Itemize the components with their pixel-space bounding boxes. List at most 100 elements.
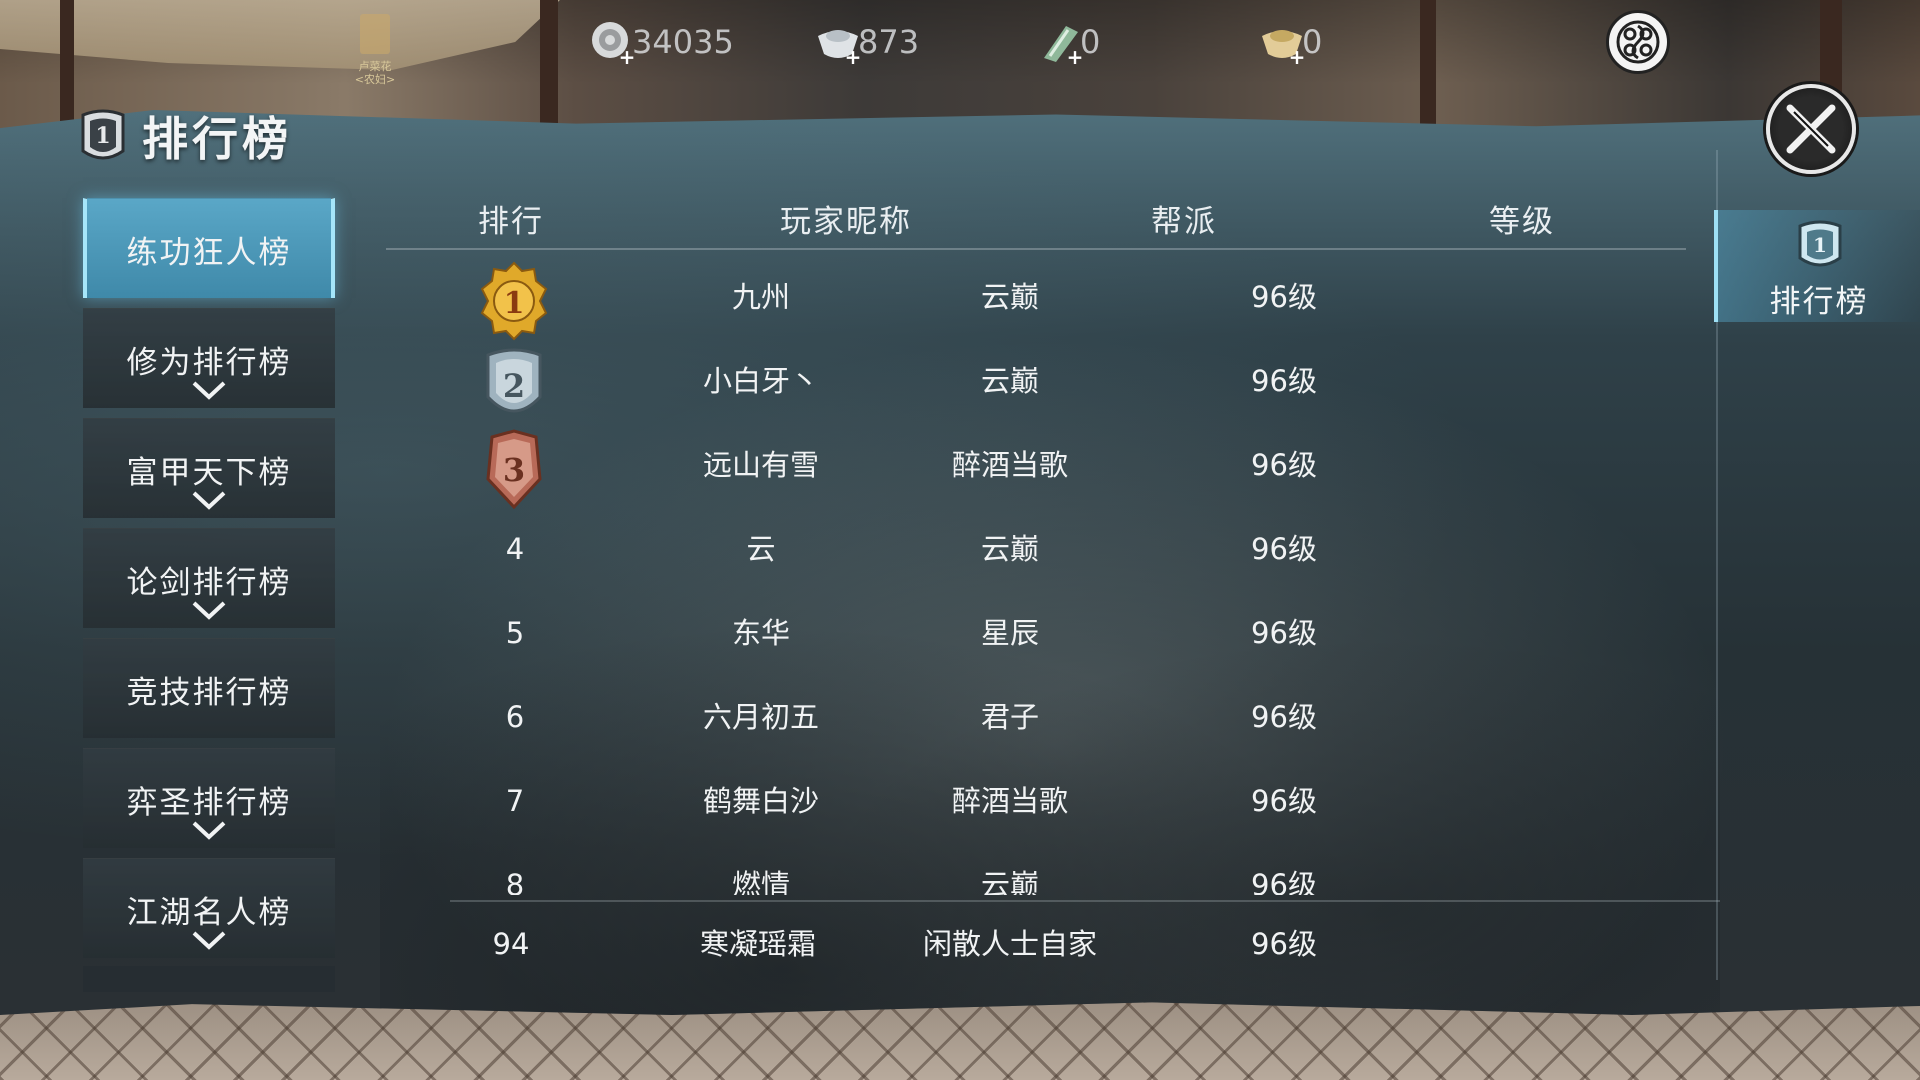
currency-value: 34035 (632, 23, 734, 61)
svg-text:1: 1 (95, 123, 110, 149)
rank-number: 5 (505, 616, 525, 650)
chevron-down-icon (192, 381, 226, 400)
guild-name: 云巅 (980, 280, 1039, 314)
tab-label: 练功狂人榜 (126, 235, 292, 271)
my-rank-number: 94 (492, 927, 530, 961)
player-name: 六月初五 (702, 700, 819, 734)
guild-name: 云巅 (980, 868, 1039, 895)
close-icon (1786, 104, 1836, 154)
plus-icon[interactable]: + (618, 47, 636, 67)
bronze-medal-icon: 3 (486, 429, 542, 509)
plus-icon[interactable]: + (1066, 47, 1084, 67)
currency-coins[interactable]: + 34035 (588, 14, 734, 70)
side-tab-leaderboard[interactable]: 1 排行榜 (1714, 210, 1920, 322)
svg-text:1: 1 (1813, 233, 1827, 257)
plus-icon[interactable]: + (844, 47, 862, 67)
guild-name: 醉酒当歌 (951, 784, 1068, 818)
my-player-level: 96级 (1251, 927, 1317, 961)
medal-rank-number: 1 (504, 286, 525, 321)
plus-icon[interactable]: + (1288, 47, 1306, 67)
column-header-rank: 排行 (478, 204, 544, 240)
player-name: 东华 (731, 616, 790, 650)
player-name: 云 (746, 532, 776, 566)
my-rank-row[interactable]: 94 寒凝瑶霜 闲散人士自家 96级 (386, 902, 1686, 986)
currency-value: 873 (858, 23, 920, 61)
rank-number: 4 (505, 532, 525, 566)
column-header-name: 玩家昵称 (780, 204, 912, 240)
player-name: 九州 (731, 280, 790, 314)
table-row[interactable]: 3 远山有雪 醉酒当歌 96级 (386, 423, 1686, 509)
gold-medal-icon: 1 (480, 261, 548, 341)
table-row[interactable]: 5 东华 星辰 96级 (386, 591, 1686, 675)
currency-gold[interactable]: + 0 (1258, 14, 1322, 70)
currency-silver[interactable]: + 873 (814, 14, 919, 70)
table-row[interactable]: 2 小白牙丶 云巅 96级 (386, 339, 1686, 423)
tab-label: 竞技排行榜 (126, 675, 292, 711)
currency-jade[interactable]: + 0 (1036, 14, 1100, 70)
ranking-list[interactable]: 1 九州 云巅 96级 2 小白牙丶 云巅 96级 3 远山有雪 醉酒当歌 96… (386, 255, 1716, 895)
npc-shop-sign: 卢菜花 <农妇> (340, 10, 410, 88)
background-awning (0, 0, 560, 70)
my-player-name: 寒凝瑶霜 (699, 927, 816, 961)
table-row[interactable]: 4 云 云巅 96级 (386, 507, 1686, 591)
player-level: 96级 (1251, 448, 1317, 482)
cloud-swirl-icon (1616, 20, 1660, 64)
player-name: 小白牙丶 (702, 364, 819, 398)
chevron-down-icon (192, 601, 226, 620)
player-level: 96级 (1251, 784, 1317, 818)
page-title: 1 排行榜 (78, 104, 292, 168)
background-beam (1420, 0, 1436, 140)
npc-shop-sign-board (360, 14, 390, 54)
player-name: 鹤舞白沙 (702, 784, 819, 818)
tab-label: 富甲天下榜 (126, 455, 292, 491)
player-level: 96级 (1251, 616, 1317, 650)
player-name: 燃情 (731, 868, 790, 895)
rank-number: 7 (505, 784, 525, 818)
tab-go-ranking[interactable]: 弈圣排行榜 (83, 748, 335, 848)
column-header-level: 等级 (1489, 204, 1555, 240)
coin-pouch-icon: + (588, 18, 636, 67)
player-name: 远山有雪 (702, 448, 819, 482)
tab-label: 江湖名人榜 (126, 895, 292, 931)
player-level: 96级 (1251, 532, 1317, 566)
npc-shop-name: 卢菜花 (358, 60, 392, 73)
side-tab-label: 排行榜 (1769, 284, 1869, 320)
tab-list-overflow[interactable] (83, 966, 335, 992)
close-button[interactable] (1766, 84, 1856, 174)
player-level: 96级 (1251, 280, 1317, 314)
silver-ingot-icon: + (814, 18, 862, 67)
header-divider (386, 248, 1686, 250)
chevron-down-icon (192, 931, 226, 950)
page-title-text: 排行榜 (142, 112, 292, 166)
tab-wealth-ranking[interactable]: 富甲天下榜 (83, 418, 335, 518)
table-row[interactable]: 1 九州 云巅 96级 (386, 255, 1686, 341)
player-level: 96级 (1251, 364, 1317, 398)
guild-name: 星辰 (980, 616, 1039, 650)
leaderboard-banner-icon: 1 (1798, 220, 1842, 267)
medal-rank-number: 3 (503, 451, 525, 489)
table-row[interactable]: 8 燃情 云巅 96级 (386, 843, 1686, 895)
player-level: 96级 (1251, 868, 1317, 895)
my-guild-name: 闲散人士自家 (922, 927, 1097, 961)
column-header-guild: 帮派 (1151, 204, 1217, 240)
chevron-down-icon (192, 821, 226, 840)
leaderboard-banner-icon: 1 (81, 109, 125, 160)
table-row[interactable]: 6 六月初五 君子 96级 (386, 675, 1686, 759)
guild-name: 醉酒当歌 (951, 448, 1068, 482)
tab-label: 论剑排行榜 (126, 565, 292, 601)
rank-number: 8 (505, 868, 525, 895)
jade-token-icon: + (1036, 18, 1084, 67)
settings-button[interactable] (1606, 10, 1670, 74)
npc-shop-subtitle: <农妇> (354, 73, 396, 86)
tab-training-ranking[interactable]: 练功狂人榜 (83, 198, 335, 298)
tab-arena-ranking[interactable]: 竞技排行榜 (83, 638, 335, 738)
guild-name: 君子 (980, 700, 1039, 734)
silver-medal-icon: 2 (486, 348, 542, 413)
background-beam (60, 0, 74, 140)
tab-cultivation-ranking[interactable]: 修为排行榜 (83, 308, 335, 408)
background-beam (540, 0, 558, 130)
medal-rank-number: 2 (503, 367, 525, 405)
table-row[interactable]: 7 鹤舞白沙 醉酒当歌 96级 (386, 759, 1686, 843)
tab-celebrity-ranking[interactable]: 江湖名人榜 (83, 858, 335, 958)
tab-swordplay-ranking[interactable]: 论剑排行榜 (83, 528, 335, 628)
